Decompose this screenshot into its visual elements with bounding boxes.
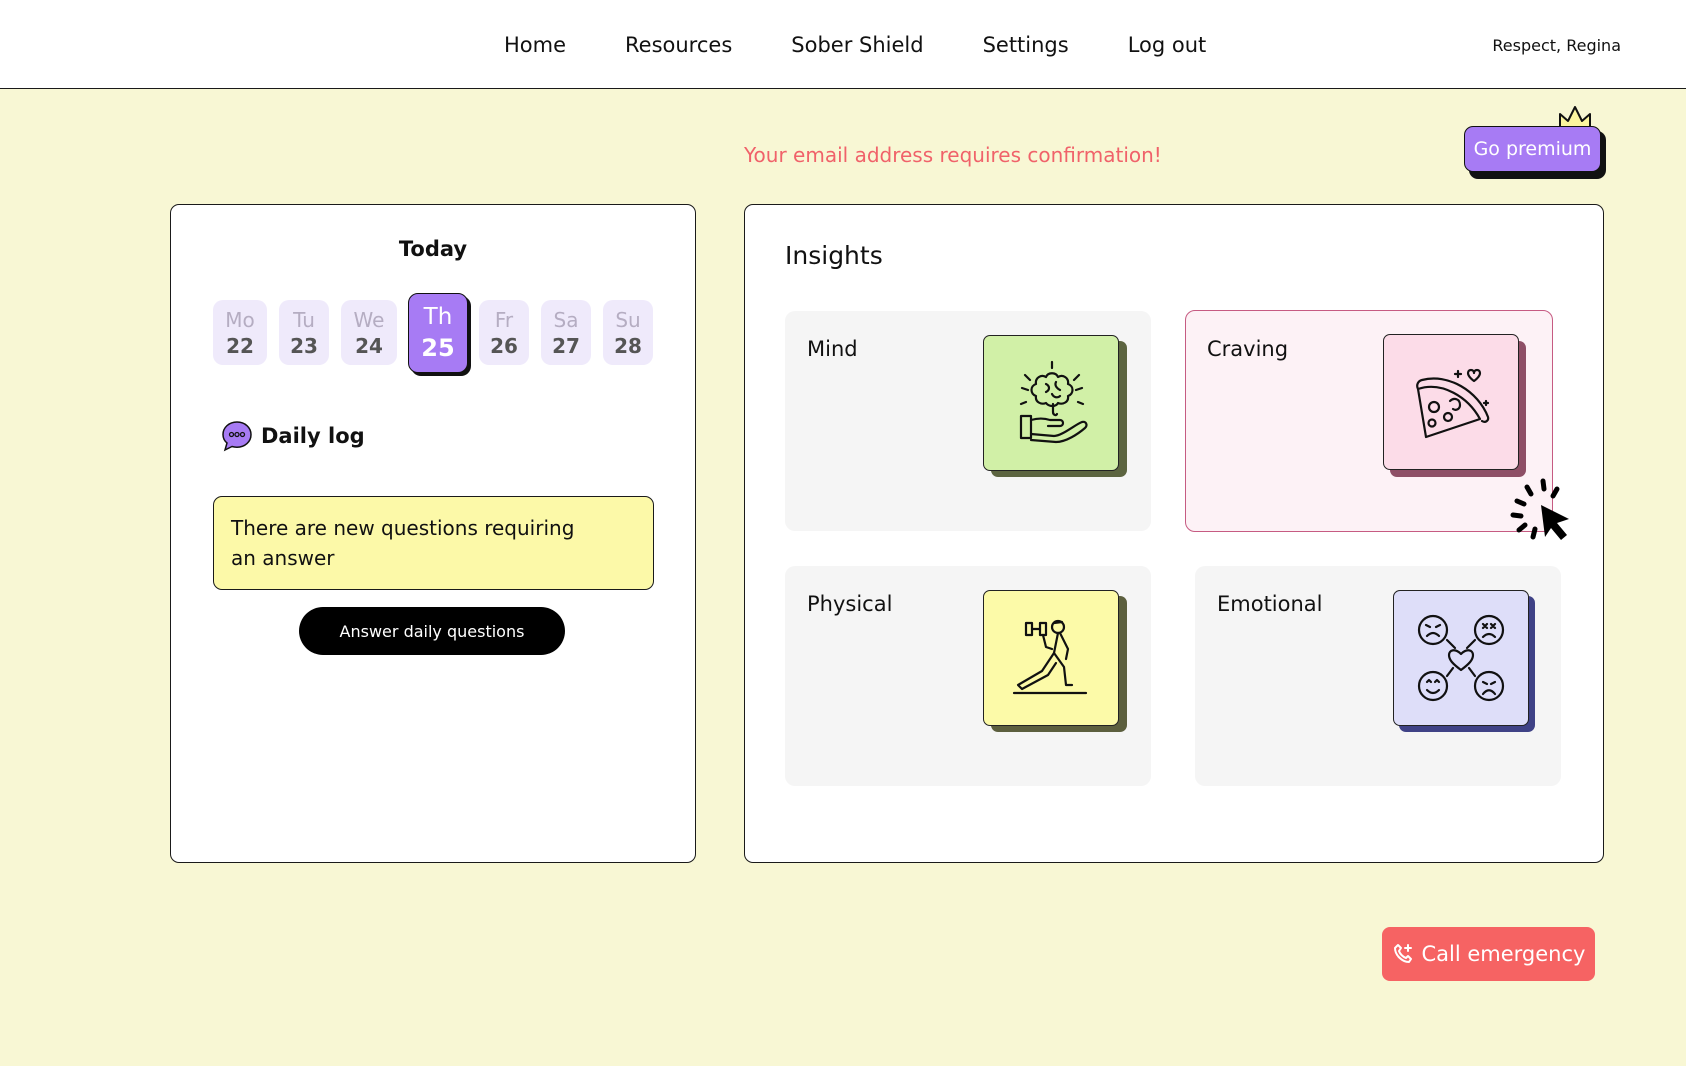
day-su[interactable]: Su 28: [603, 300, 653, 365]
day-sa[interactable]: Sa 27: [541, 300, 591, 365]
answer-daily-questions-button[interactable]: Answer daily questions: [299, 607, 565, 655]
call-emergency-label: Call emergency: [1421, 942, 1586, 966]
day-we[interactable]: We 24: [341, 300, 397, 365]
nav-settings-link[interactable]: Settings: [983, 33, 1069, 57]
day-date: 26: [490, 334, 518, 358]
insights-card: Insights Mind Craving Physical Emotional: [744, 204, 1604, 863]
day-mo[interactable]: Mo 22: [213, 300, 267, 365]
today-title: Today: [398, 237, 468, 261]
day-fr[interactable]: Fr 26: [479, 300, 529, 365]
day-name: Tu: [293, 308, 315, 332]
new-questions-notice: There are new questions requiring an ans…: [213, 496, 654, 590]
day-date: 23: [290, 334, 318, 358]
day-date: 22: [226, 334, 254, 358]
day-date: 24: [355, 334, 383, 358]
go-premium-button[interactable]: Go premium: [1464, 126, 1601, 172]
nav-resources-link[interactable]: Resources: [625, 33, 732, 57]
tile-label: Physical: [807, 592, 893, 616]
tile-label: Craving: [1207, 337, 1289, 361]
day-name: Th: [423, 304, 453, 330]
day-th-selected[interactable]: Th 25: [408, 293, 468, 373]
day-name: Fr: [494, 308, 514, 332]
day-date: 28: [614, 334, 642, 358]
email-confirmation-warning: Your email address requires confirmation…: [744, 143, 1162, 167]
pizza-slice-icon: [1383, 334, 1519, 470]
today-card: Today Mo 22 Tu 23 We 24 Th 25 Fr 26 Sa 2…: [170, 204, 696, 863]
click-cursor-icon: [1510, 478, 1569, 540]
insight-tile-emotional[interactable]: Emotional: [1195, 566, 1561, 786]
tile-label: Mind: [807, 337, 858, 361]
day-name: Sa: [553, 308, 579, 332]
day-name: Mo: [225, 308, 255, 332]
tile-label: Emotional: [1217, 592, 1323, 616]
phone-call-icon: [1393, 944, 1412, 963]
main-nav: Home Resources Sober Shield Settings Log…: [504, 0, 1265, 90]
day-name: Su: [615, 308, 641, 332]
insight-tile-mind[interactable]: Mind: [785, 311, 1151, 531]
day-tu[interactable]: Tu 23: [279, 300, 329, 365]
insight-tile-physical[interactable]: Physical: [785, 566, 1151, 786]
insights-title: Insights: [785, 241, 883, 270]
nav-home-link[interactable]: Home: [504, 33, 566, 57]
exercise-dumbbell-icon: [983, 590, 1119, 726]
day-date: 27: [552, 334, 580, 358]
chat-bubble-icon: [222, 421, 252, 452]
nav-logout-link[interactable]: Log out: [1128, 33, 1207, 57]
day-date: 25: [421, 334, 455, 362]
brain-in-hand-icon: [983, 335, 1119, 471]
user-greeting: Respect, Regina: [1492, 36, 1621, 55]
nav-sober-shield-link[interactable]: Sober Shield: [791, 33, 923, 57]
daily-log-label: Daily log: [261, 424, 365, 448]
insight-tile-craving[interactable]: Craving: [1185, 310, 1553, 532]
day-name: We: [353, 308, 385, 332]
emotions-faces-icon: [1393, 590, 1529, 726]
call-emergency-button[interactable]: Call emergency: [1382, 927, 1595, 981]
top-header: Home Resources Sober Shield Settings Log…: [0, 0, 1686, 89]
premium-area: Go premium: [1464, 104, 1606, 180]
daily-log-heading: Daily log: [221, 420, 365, 452]
